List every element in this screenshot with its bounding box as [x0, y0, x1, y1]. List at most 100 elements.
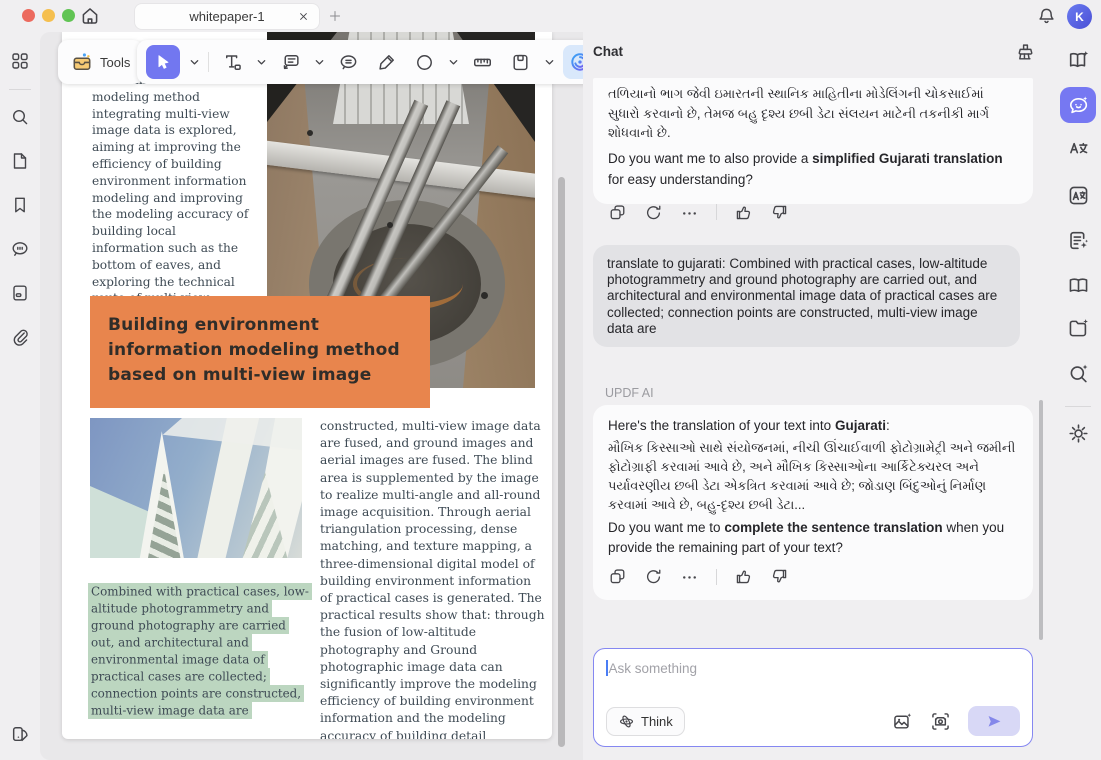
chat-message-list[interactable]: તળિયાનો ભાગ જેવી ઇમારતની સ્થાનિક માહિતીન… — [583, 70, 1043, 642]
regenerate-icon[interactable] — [644, 567, 663, 586]
text-caret — [606, 660, 608, 676]
ai-translate-icon[interactable] — [1066, 136, 1090, 160]
settings-gear-icon[interactable] — [1066, 421, 1090, 445]
tab-close-icon[interactable] — [297, 10, 310, 23]
ai-sender-label: UPDF AI — [605, 386, 654, 400]
comment-tool-dropdown[interactable] — [313, 57, 325, 68]
ai-message-gujarati: મૌખિક કિસ્સાઓ સાથે સંયોજનમાં, નીચી ઊંચાઈ… — [608, 438, 1018, 514]
ai-read-book-icon[interactable] — [1066, 48, 1090, 72]
home-button[interactable] — [79, 5, 101, 27]
document-viewport: Building environment information modelin… — [40, 32, 583, 760]
window-titlebar: whitepaper-1 K — [0, 0, 1101, 32]
ai-translate-page-icon[interactable] — [1066, 183, 1090, 207]
sticky-note-tool[interactable] — [333, 47, 363, 77]
close-traffic-light[interactable] — [22, 9, 35, 22]
comment-tool[interactable] — [275, 47, 305, 77]
search-icon[interactable] — [9, 106, 31, 128]
comments-icon[interactable] — [9, 238, 31, 260]
notification-bell-icon[interactable] — [1036, 6, 1057, 27]
chat-scrollbar[interactable] — [1039, 400, 1043, 640]
updf-ai-button[interactable] — [563, 45, 583, 79]
zoom-traffic-light[interactable] — [62, 9, 75, 22]
annotation-toolbar — [137, 40, 583, 84]
updf-ai-icon — [569, 51, 583, 73]
send-button[interactable] — [968, 706, 1020, 736]
sidebar-divider — [1065, 406, 1091, 407]
actions-divider — [716, 204, 717, 220]
document-scrollbar[interactable] — [558, 177, 565, 747]
actions-divider — [716, 569, 717, 585]
message-actions — [608, 203, 1018, 222]
ai-search-icon[interactable] — [1066, 361, 1090, 385]
pdf-page[interactable]: Building environment information modelin… — [62, 32, 552, 739]
text-tool-icon — [222, 52, 243, 73]
app-grid-icon[interactable] — [9, 50, 31, 72]
message-actions — [608, 567, 1018, 586]
user-avatar[interactable]: K — [1067, 4, 1092, 29]
measure-tool[interactable] — [467, 47, 497, 77]
think-atom-icon — [618, 713, 635, 730]
ai-message: તળિયાનો ભાગ જેવી ઇમારતની સ્થાનિક માહિતીન… — [593, 78, 1033, 204]
document-tab[interactable]: whitepaper-1 — [135, 4, 319, 29]
user-message: translate to gujarati: Combined with pra… — [593, 245, 1020, 347]
cursor-select-tool[interactable] — [146, 45, 180, 79]
thumbs-up-icon[interactable] — [734, 567, 753, 586]
more-icon[interactable] — [680, 203, 699, 222]
page-thumbnails-icon[interactable] — [9, 150, 31, 172]
left-sidebar — [0, 32, 40, 760]
new-tab-icon[interactable] — [328, 9, 342, 23]
right-column-text: constructed, multi-view image data are f… — [320, 418, 546, 739]
ai-chat-icon[interactable] — [1060, 87, 1096, 123]
think-toggle-button[interactable]: Think — [606, 707, 685, 736]
chat-panel-title: Chat — [593, 44, 623, 59]
extract-page-icon[interactable] — [9, 282, 31, 304]
more-icon[interactable] — [680, 567, 699, 586]
sticky-note-icon — [338, 52, 359, 73]
reader-book-icon[interactable] — [1066, 273, 1090, 297]
highlighted-paragraph[interactable]: Combined with practical cases, low-altit… — [88, 583, 312, 719]
theme-palette-icon[interactable] — [9, 722, 31, 744]
copy-icon[interactable] — [608, 567, 627, 586]
tools-drawer-icon — [71, 51, 93, 73]
minimize-traffic-light[interactable] — [42, 9, 55, 22]
measure-ruler-icon — [472, 52, 493, 73]
copy-icon[interactable] — [608, 203, 627, 222]
ai-message: Here's the translation of your text into… — [593, 405, 1033, 600]
clear-chat-icon[interactable] — [1015, 42, 1036, 63]
chat-input-box[interactable]: Ask something Think — [593, 648, 1033, 747]
send-icon — [986, 713, 1003, 730]
shape-tool-dropdown[interactable] — [447, 57, 459, 68]
ai-sidebar — [1055, 32, 1101, 760]
stamp-tool[interactable] — [505, 47, 535, 77]
screenshot-icon[interactable] — [930, 711, 951, 732]
highlighter-tool[interactable] — [371, 47, 401, 77]
chat-input-placeholder: Ask something — [609, 661, 698, 676]
left-column-text: environment information modeling method … — [92, 72, 250, 324]
ai-message-gujarati: તળિયાનો ભાગ જેવી ઇમારતની સ્થાનિક માહિતીન… — [608, 84, 1018, 143]
shape-circle-icon — [414, 52, 435, 73]
thumbs-down-icon[interactable] — [770, 567, 789, 586]
thumbs-up-icon[interactable] — [734, 203, 753, 222]
ai-chat-panel: Chat તળિયાનો ભાગ જેવી ઇમારતની સ્થાનિક મા… — [583, 32, 1055, 760]
ai-summary-icon[interactable] — [1066, 228, 1090, 252]
comment-tool-icon — [280, 52, 301, 73]
shape-circle-tool[interactable] — [409, 47, 439, 77]
sidebar-divider — [9, 89, 31, 90]
think-label: Think — [641, 714, 673, 729]
attachment-icon[interactable] — [9, 326, 31, 348]
cursor-select-icon — [154, 53, 172, 71]
cursor-tool-dropdown[interactable] — [188, 57, 200, 68]
highlighter-icon — [376, 52, 397, 73]
regenerate-icon[interactable] — [644, 203, 663, 222]
text-tool[interactable] — [217, 47, 247, 77]
tools-label: Tools — [100, 55, 130, 70]
tools-button[interactable]: Tools — [58, 40, 143, 84]
chat-header: Chat — [583, 32, 1055, 70]
ai-folder-icon[interactable] — [1066, 316, 1090, 340]
bookmark-icon[interactable] — [9, 194, 31, 216]
architecture-photo — [90, 418, 302, 558]
insert-image-icon[interactable] — [892, 711, 913, 732]
thumbs-down-icon[interactable] — [770, 203, 789, 222]
text-tool-dropdown[interactable] — [255, 57, 267, 68]
stamp-tool-dropdown[interactable] — [543, 57, 555, 68]
